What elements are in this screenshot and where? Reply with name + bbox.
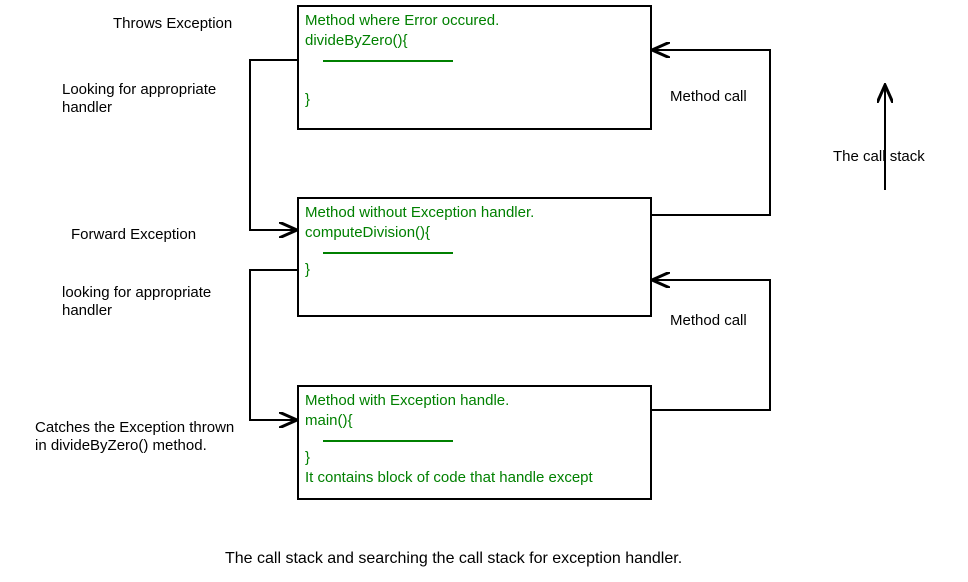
label-forward-exception: Forward Exception: [71, 225, 196, 245]
box3-line4: It contains block of code that handle ex…: [305, 468, 644, 488]
box-main: Method with Exception handle. main(){ } …: [297, 385, 652, 500]
arrow-methodcall-1: [652, 50, 770, 215]
box-compute-division: Method without Exception handler. comput…: [297, 197, 652, 317]
box1-line1: Method where Error occured.: [305, 11, 644, 31]
label-catches-line2: in divideByZero() method.: [35, 436, 207, 456]
label-method-call-2: Method call: [670, 311, 747, 331]
label-throws-exception: Throws Exception: [113, 14, 232, 34]
label-looking-2-line1: looking for appropriate: [62, 283, 211, 303]
box2-line2: computeDivision(){: [305, 223, 644, 243]
box-divide-by-zero: Method where Error occured. divideByZero…: [297, 5, 652, 130]
box3-line2: main(){: [305, 411, 644, 431]
arrow-box2-to-box3: [250, 270, 297, 420]
box1-line2: divideByZero(){: [305, 31, 644, 51]
box2-line1: Method without Exception handler.: [305, 203, 644, 223]
label-looking-2-line2: handler: [62, 301, 112, 321]
label-method-call-1: Method call: [670, 87, 747, 107]
diagram-caption: The call stack and searching the call st…: [225, 550, 682, 568]
label-catches-line1: Catches the Exception thrown: [35, 418, 234, 438]
label-call-stack: The call stack: [833, 147, 925, 167]
arrow-methodcall-2: [652, 280, 770, 410]
box1-underline: [323, 58, 453, 62]
box3-line3: }: [305, 448, 644, 468]
box3-underline: [323, 438, 453, 442]
box3-line1: Method with Exception handle.: [305, 391, 644, 411]
box2-line3: }: [305, 260, 644, 280]
box2-underline: [323, 250, 453, 254]
label-looking-1-line1: Looking for appropriate: [62, 80, 216, 100]
arrow-box1-to-box2: [250, 60, 297, 230]
box1-line3: }: [305, 90, 644, 110]
label-looking-1-line2: handler: [62, 98, 112, 118]
